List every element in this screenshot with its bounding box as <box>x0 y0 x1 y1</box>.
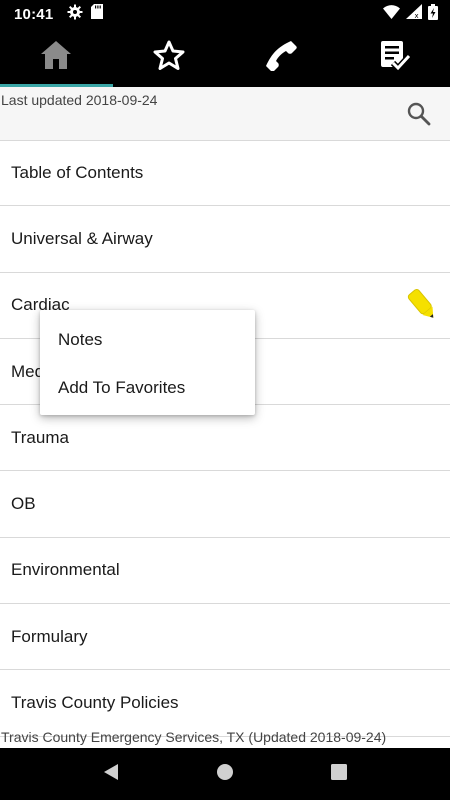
menu-item-notes[interactable]: Notes <box>40 316 255 364</box>
tab-favorites[interactable] <box>113 28 226 87</box>
list-item-table-of-contents[interactable]: Table of Contents <box>0 140 450 207</box>
status-bar: 10:41 x <box>0 0 450 28</box>
pencil-icon[interactable] <box>404 287 440 323</box>
tab-checklist[interactable] <box>338 28 450 87</box>
phone-icon <box>264 39 298 76</box>
signal-icon: x <box>406 4 422 24</box>
list-item-label: Travis County Policies <box>11 693 179 713</box>
menu-item-add-to-favorites[interactable]: Add To Favorites <box>40 364 255 412</box>
list-item-universal-airway[interactable]: Universal & Airway <box>0 206 450 273</box>
android-nav-bar <box>0 748 450 800</box>
footer-text: Travis County Emergency Services, TX (Up… <box>1 729 387 745</box>
status-time: 10:41 <box>14 5 54 23</box>
list-item-formulary[interactable]: Formulary <box>0 604 450 671</box>
home-icon <box>40 40 72 75</box>
category-list: Table of Contents Universal & Airway Car… <box>0 140 450 737</box>
gear-icon <box>67 4 83 25</box>
search-icon <box>404 102 434 133</box>
recents-icon[interactable] <box>330 763 348 786</box>
list-item-label: Table of Contents <box>11 163 144 183</box>
star-icon <box>153 40 185 75</box>
home-circle-icon[interactable] <box>216 763 234 786</box>
last-updated-text: Last updated 2018-09-24 <box>1 92 158 108</box>
tab-phone[interactable] <box>225 28 338 87</box>
context-menu: Notes Add To Favorites <box>40 310 255 415</box>
list-item-ob[interactable]: OB <box>0 471 450 538</box>
list-item-trauma[interactable]: Trauma <box>0 405 450 472</box>
list-item-environmental[interactable]: Environmental <box>0 538 450 605</box>
tab-home[interactable] <box>0 28 113 87</box>
svg-text:x: x <box>415 12 419 19</box>
battery-charging-icon <box>428 3 438 25</box>
list-item-label: Environmental <box>11 560 120 580</box>
updated-bar: Last updated 2018-09-24 <box>0 87 450 140</box>
checklist-icon <box>378 39 411 76</box>
sd-card-icon <box>91 4 104 24</box>
list-item-label: Trauma <box>11 427 69 447</box>
list-item-label: Formulary <box>11 626 88 646</box>
top-nav <box>0 28 450 87</box>
list-item-label: OB <box>11 494 36 514</box>
back-icon[interactable] <box>102 763 120 786</box>
search-button[interactable] <box>404 99 434 129</box>
wifi-icon <box>383 4 400 24</box>
list-item-travis-county-policies[interactable]: Travis County Policies <box>0 670 450 737</box>
list-item-label: Universal & Airway <box>11 228 153 248</box>
